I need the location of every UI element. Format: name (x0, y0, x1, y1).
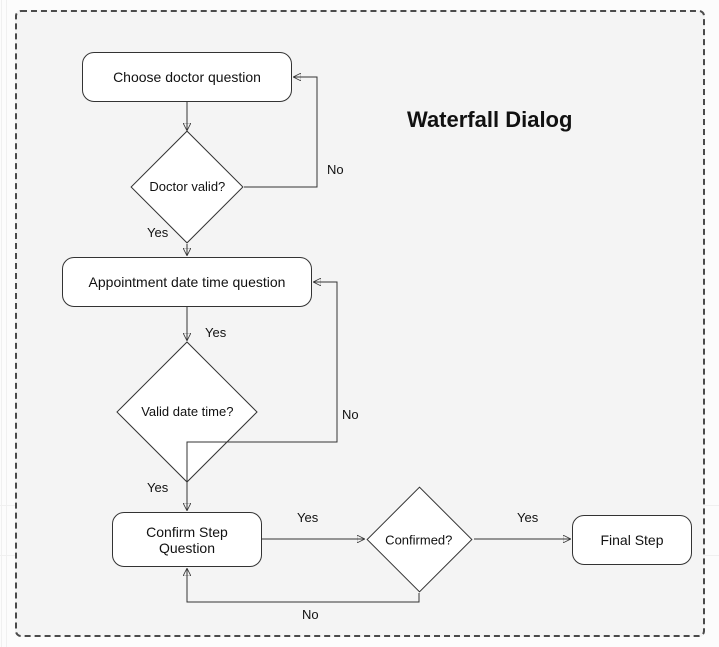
node-label: Confirmed? (382, 533, 455, 548)
node-valid-datetime-decision: Valid date time? (116, 341, 257, 482)
edge-n6-no-n5 (187, 569, 419, 602)
node-label: Final Step (600, 532, 663, 548)
node-confirmed-decision: Confirmed? (366, 486, 472, 592)
node-final-step: Final Step (572, 515, 692, 565)
edge-label-valid-datetime-no: No (342, 407, 359, 422)
edge-label-valid-datetime-yes: Yes (147, 480, 168, 495)
node-choose-doctor-question: Choose doctor question (82, 52, 292, 102)
node-label: Doctor valid? (148, 179, 226, 194)
edge-label-confirm-to-confirmed-yes: Yes (297, 510, 318, 525)
edge-label-doctor-valid-yes: Yes (147, 225, 168, 240)
edge-label-appointment-down-yes: Yes (205, 325, 226, 340)
edge-label-doctor-valid-no: No (327, 162, 344, 177)
node-label: Confirm Step Question (146, 524, 228, 556)
diagram-title: Waterfall Dialog (407, 107, 572, 133)
node-label: Valid date time? (138, 404, 236, 419)
edge-label-confirmed-no: No (302, 607, 319, 622)
node-label: Choose doctor question (113, 69, 261, 85)
flowchart-container: Waterfall Dialog Choose doctor question … (15, 10, 705, 637)
node-appointment-datetime-question: Appointment date time question (62, 257, 312, 307)
edge-label-confirmed-yes: Yes (517, 510, 538, 525)
node-confirm-step-question: Confirm Step Question (112, 512, 262, 567)
node-label: Appointment date time question (89, 274, 286, 290)
